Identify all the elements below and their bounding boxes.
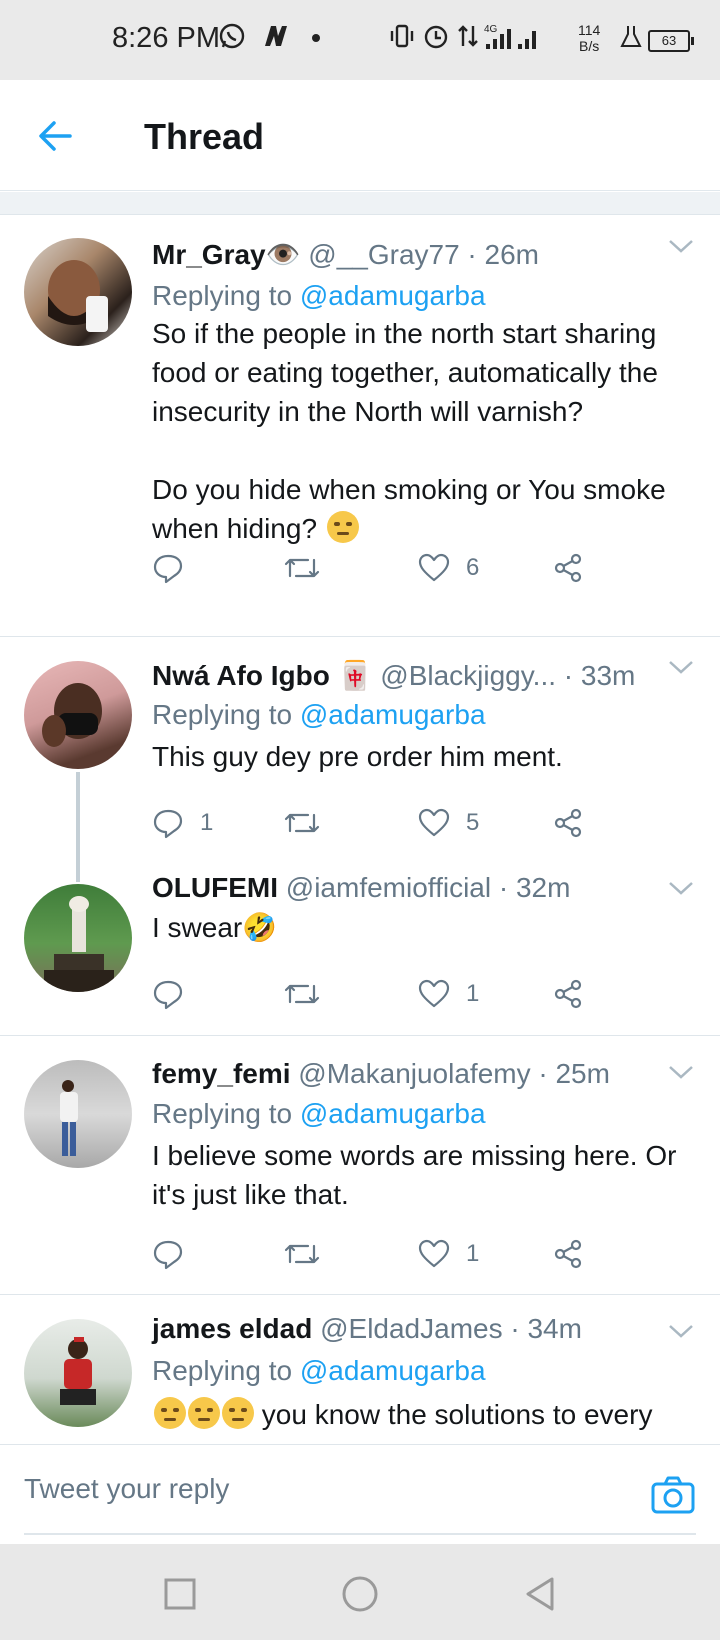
retweet-icon [284, 813, 320, 833]
camera-button[interactable] [650, 1475, 696, 1515]
svg-text:4G: 4G [484, 24, 498, 35]
tweet-reply-input[interactable]: Tweet your reply [24, 1473, 229, 1505]
triangle-back-icon [526, 1577, 554, 1611]
tweet-femy-femi[interactable]: femy_femi @Makanjuolafemy · 25m Replying… [0, 1036, 720, 1294]
heart-icon [418, 979, 450, 1008]
heart-icon [418, 808, 450, 837]
tweet-text: I believe some words are missing here. O… [152, 1140, 677, 1210]
battery-indicator: 63 [648, 30, 694, 52]
reply-icon [153, 809, 183, 839]
arrow-left-icon [39, 121, 72, 151]
tweet-actions: 1 [152, 974, 652, 1014]
heart-icon [418, 1239, 450, 1268]
tweet-nwa-afo-igbo[interactable]: Nwá Afo Igbo 🀄 @Blackjiggy... · 33m Repl… [0, 637, 720, 847]
author-handle-time: @iamfemiofficial · 32m [285, 872, 571, 903]
replying-to: Replying to @adamugarba [152, 699, 486, 730]
tweet-actions: 1 [152, 1234, 652, 1274]
share-icon [554, 979, 582, 1009]
system-back-button[interactable] [520, 1574, 560, 1614]
tweet-text: This guy dey pre order him ment. [152, 741, 563, 772]
author-name[interactable]: Mr_Gray👁️ [152, 239, 300, 270]
rolling-eyes-emoji [154, 1397, 186, 1429]
heart-icon [418, 553, 450, 582]
replying-to: Replying to @adamugarba [152, 1098, 486, 1129]
tweet-text: I swear🤣 [152, 912, 278, 943]
back-button[interactable] [36, 116, 76, 156]
chevron-down-icon[interactable] [668, 659, 694, 675]
tweet-olufemi[interactable]: OLUFEMI @iamfemiofficial · 32m I swear🤣 … [0, 870, 720, 1035]
avatar[interactable] [24, 661, 132, 769]
author-handle-time: @EldadJames · 34m [320, 1313, 582, 1344]
tweet-actions: 1 5 [152, 803, 652, 843]
circle-icon [342, 1576, 378, 1612]
tweet-mr-gray[interactable]: Mr_Gray👁️ @__Gray77 · 26m Replying to @a… [0, 216, 720, 636]
network-speed: 114 B/s [578, 22, 601, 54]
share-icon [554, 1239, 582, 1269]
retweet-icon [284, 1244, 320, 1264]
signal-4g-icon: 4G [484, 22, 540, 59]
avatar[interactable] [24, 238, 132, 346]
home-button[interactable] [340, 1574, 380, 1614]
thread-connector [76, 772, 80, 882]
mention-link[interactable]: @adamugarba [300, 1355, 486, 1386]
whatsapp-icon [218, 22, 246, 57]
author-name[interactable]: Nwá Afo Igbo 🀄 [152, 660, 372, 691]
status-bar: 8:26 PM 4G 114 B/s 63 [0, 0, 720, 80]
tweet-text: So if the people in the north start shar… [152, 318, 666, 544]
reply-icon [153, 554, 183, 584]
avatar[interactable] [24, 884, 132, 992]
input-underline [24, 1533, 696, 1535]
author-handle-time: @__Gray77 · 26m [308, 239, 540, 270]
mention-link[interactable]: @adamugarba [300, 280, 486, 311]
tweet-james-eldad[interactable]: james eldad @EldadJames · 34m Replying t… [0, 1295, 720, 1443]
chevron-down-icon[interactable] [668, 1323, 694, 1339]
author-name[interactable]: james eldad [152, 1313, 312, 1344]
data-transfer-icon [456, 22, 480, 57]
retweet-icon [284, 984, 320, 1004]
tweet-actions: 6 [152, 548, 652, 588]
mention-link[interactable]: @adamugarba [300, 1098, 486, 1129]
page-title: Thread [144, 116, 265, 157]
thread-header: Thread [0, 80, 720, 191]
system-nav-bar [0, 1544, 720, 1640]
reply-icon [153, 980, 183, 1010]
app-notification-icon [262, 22, 290, 57]
rolling-eyes-emoji [326, 511, 359, 543]
status-time: 8:26 PM [112, 22, 220, 54]
author-name[interactable]: femy_femi [152, 1058, 291, 1089]
reply-icon [153, 1240, 183, 1270]
tweet-text: you know the solutions to every [152, 1395, 700, 1434]
vibrate-icon [388, 22, 416, 57]
avatar[interactable] [24, 1060, 132, 1168]
reply-composer: Tweet your reply [0, 1444, 720, 1545]
share-icon [554, 808, 582, 838]
author-name[interactable]: OLUFEMI [152, 872, 278, 903]
dot-icon [310, 22, 322, 57]
avatar[interactable] [24, 1319, 132, 1427]
chevron-down-icon[interactable] [668, 238, 694, 254]
divider-band [0, 192, 720, 215]
replying-to: Replying to @adamugarba [152, 1355, 486, 1386]
retweet-icon [284, 558, 320, 578]
flask-icon [620, 22, 642, 57]
square-icon [164, 1578, 196, 1610]
rolling-eyes-emoji [222, 1397, 254, 1429]
rolling-eyes-emoji [188, 1397, 220, 1429]
camera-icon [651, 1476, 695, 1514]
chevron-down-icon[interactable] [668, 1064, 694, 1080]
recents-button[interactable] [160, 1574, 200, 1614]
replying-to: Replying to @adamugarba [152, 280, 486, 311]
author-handle-time: @Blackjiggy... · 33m [380, 660, 636, 691]
mention-link[interactable]: @adamugarba [300, 699, 486, 730]
alarm-icon [422, 22, 450, 57]
chevron-down-icon[interactable] [668, 880, 694, 896]
share-icon [554, 553, 582, 583]
author-handle-time: @Makanjuolafemy · 25m [298, 1058, 610, 1089]
